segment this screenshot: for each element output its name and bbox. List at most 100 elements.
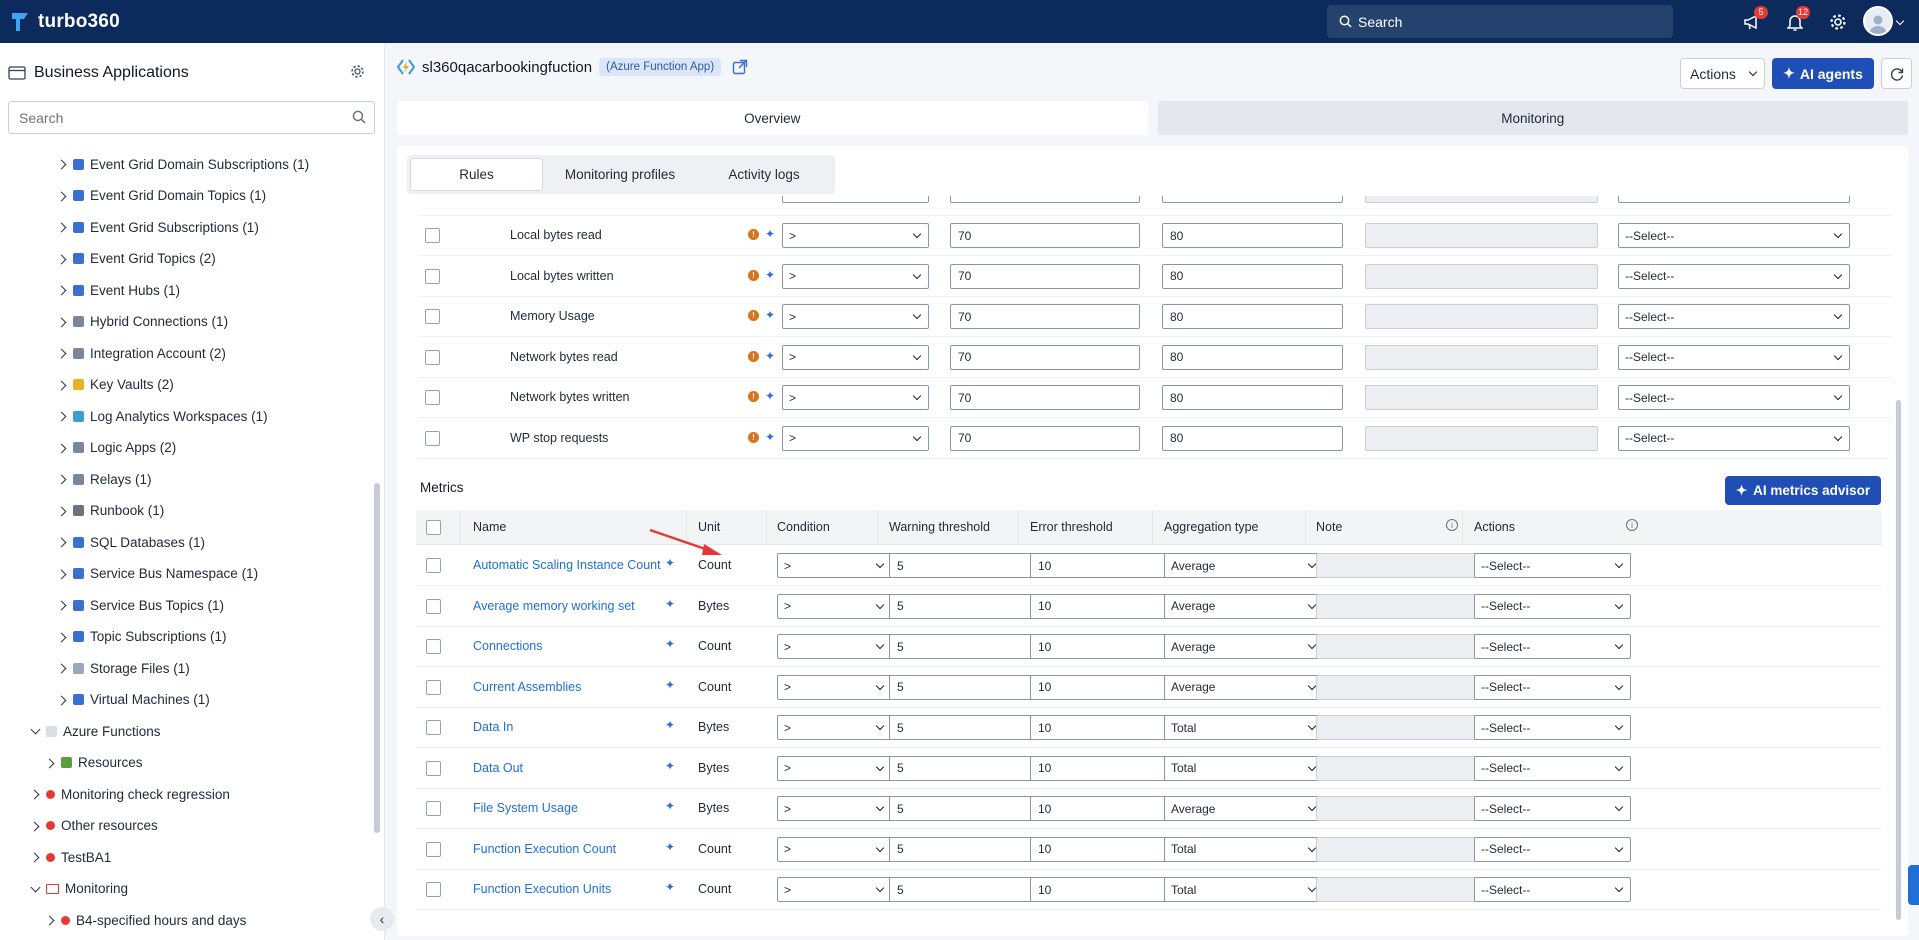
- warning-icon[interactable]: !: [748, 229, 759, 240]
- error-threshold-input[interactable]: 10: [1030, 836, 1172, 862]
- actions-select[interactable]: --Select--: [1474, 674, 1631, 700]
- condition-select[interactable]: >: [777, 836, 892, 862]
- error-threshold-input[interactable]: 80: [1162, 223, 1343, 248]
- chevron-right-icon[interactable]: [45, 758, 55, 768]
- chevron-right-icon[interactable]: [57, 569, 67, 579]
- aggregation-type-select[interactable]: Average: [1164, 634, 1324, 659]
- chevron-down-icon[interactable]: [30, 884, 40, 894]
- row-checkbox[interactable]: [426, 720, 441, 735]
- app-logo[interactable]: turbo360: [10, 11, 120, 33]
- row-checkbox[interactable]: [426, 679, 441, 695]
- error-threshold-input[interactable]: 80: [1162, 385, 1343, 410]
- chevron-right-icon[interactable]: [57, 222, 67, 232]
- col-name[interactable]: Name: [473, 520, 506, 534]
- warning-threshold-input[interactable]: 70: [950, 263, 1140, 289]
- condition-select[interactable]: >: [782, 263, 929, 289]
- sparkle-icon[interactable]: ✦: [765, 350, 775, 362]
- warning-icon[interactable]: !: [748, 391, 759, 402]
- actions-select[interactable]: --Select--: [1618, 263, 1850, 289]
- warning-threshold-input[interactable]: 70: [950, 425, 1140, 451]
- error-threshold-input[interactable]: 10: [1030, 674, 1172, 700]
- actions-select[interactable]: --Select--: [1474, 634, 1631, 659]
- warning-icon[interactable]: !: [748, 431, 759, 443]
- tree-item[interactable]: Event Hubs (1): [57, 278, 180, 302]
- sparkle-icon[interactable]: ✦: [665, 679, 675, 691]
- actions-select[interactable]: --Select--: [1618, 344, 1850, 370]
- actions-select[interactable]: --Select--: [1474, 836, 1631, 862]
- warning-threshold-input[interactable]: 5: [889, 755, 1039, 781]
- aggregation-type-select[interactable]: Total: [1164, 755, 1324, 781]
- collapse-sidebar-button[interactable]: ‹: [370, 907, 394, 931]
- tree-item[interactable]: Event Grid Subscriptions (1): [57, 215, 259, 239]
- error-threshold-input[interactable]: 10: [1030, 755, 1172, 781]
- chevron-right-icon[interactable]: [57, 191, 67, 201]
- condition-select[interactable]: >: [782, 425, 929, 451]
- sparkle-icon[interactable]: ✦: [765, 228, 775, 240]
- tree-item[interactable]: Topic Subscriptions (1): [57, 625, 227, 649]
- error-threshold-input[interactable]: 10: [1030, 553, 1172, 578]
- chevron-right-icon[interactable]: [30, 852, 40, 862]
- error-threshold-input[interactable]: 10: [1030, 877, 1172, 902]
- tree-item[interactable]: Azure Functions: [30, 719, 161, 743]
- warning-threshold-input[interactable]: 5: [889, 796, 1039, 821]
- tree-item[interactable]: Resources: [45, 751, 143, 775]
- warning-icon[interactable]: !: [748, 350, 759, 362]
- condition-select[interactable]: >: [782, 304, 929, 329]
- error-threshold-input[interactable]: 80: [1162, 425, 1343, 451]
- tree-item[interactable]: TestBA1: [30, 845, 111, 869]
- sparkle-icon[interactable]: ✦: [665, 881, 675, 893]
- row-checkbox[interactable]: [425, 430, 440, 446]
- error-threshold-input[interactable]: 10: [1030, 715, 1172, 740]
- condition-select[interactable]: >: [777, 634, 892, 659]
- tree-item[interactable]: Event Grid Domain Subscriptions (1): [57, 152, 309, 176]
- row-checkbox[interactable]: [426, 882, 441, 897]
- info-icon[interactable]: i: [1446, 519, 1458, 531]
- chevron-right-icon[interactable]: [57, 159, 67, 169]
- metric-name-link[interactable]: Average memory working set: [473, 599, 635, 613]
- row-checkbox[interactable]: [426, 841, 441, 857]
- condition-select[interactable]: >: [777, 715, 892, 740]
- floating-help-button[interactable]: [1908, 865, 1919, 905]
- condition-select[interactable]: >: [777, 755, 892, 781]
- aggregation-type-select[interactable]: Average: [1164, 553, 1324, 578]
- row-checkbox[interactable]: [426, 639, 441, 654]
- tree-item[interactable]: Hybrid Connections (1): [57, 310, 228, 334]
- error-threshold-input[interactable]: 10: [1030, 634, 1172, 659]
- sparkle-icon[interactable]: ✦: [665, 760, 675, 772]
- row-checkbox[interactable]: [425, 349, 440, 365]
- condition-select[interactable]: >: [777, 553, 892, 578]
- metric-name-link[interactable]: File System Usage: [473, 801, 578, 815]
- chevron-right-icon[interactable]: [57, 474, 67, 484]
- error-threshold-input[interactable]: 80: [1162, 263, 1343, 289]
- condition-select[interactable]: >: [777, 593, 892, 619]
- sparkle-icon[interactable]: ✦: [665, 841, 675, 853]
- subtab-monitoring-profiles[interactable]: Monitoring profiles: [543, 158, 697, 191]
- actions-select[interactable]: --Select--: [1474, 796, 1631, 821]
- chevron-right-icon[interactable]: [57, 695, 67, 705]
- sidebar-search-input[interactable]: Search: [8, 101, 375, 134]
- notifications-button[interactable]: 12: [1782, 6, 1810, 35]
- warning-threshold-input[interactable]: 70: [950, 223, 1140, 248]
- chevron-right-icon[interactable]: [57, 632, 67, 642]
- refresh-button[interactable]: [1881, 58, 1912, 89]
- warning-threshold-input[interactable]: 70: [950, 385, 1140, 410]
- global-search-input[interactable]: Search: [1327, 5, 1673, 38]
- warning-threshold-input[interactable]: 5: [889, 553, 1039, 578]
- warning-icon[interactable]: !: [748, 269, 759, 281]
- tab-monitoring[interactable]: Monitoring: [1157, 101, 1908, 135]
- actions-select[interactable]: --Select--: [1474, 553, 1631, 578]
- sparkle-icon[interactable]: ✦: [765, 431, 775, 443]
- tree-item[interactable]: Monitoring check regression: [30, 782, 230, 806]
- rules-scroll-area[interactable]: Local bytes read! ✦ >70 80 --Select-- Local b…: [410, 196, 1897, 924]
- chevron-right-icon[interactable]: [45, 915, 55, 925]
- col-actions[interactable]: Actions: [1474, 520, 1515, 534]
- tree-item[interactable]: SQL Databases (1): [57, 530, 205, 554]
- row-checkbox[interactable]: [425, 309, 440, 324]
- actions-select[interactable]: --Select--: [1618, 425, 1850, 451]
- announcements-button[interactable]: 5: [1740, 6, 1768, 35]
- sparkle-icon[interactable]: ✦: [765, 269, 775, 281]
- chevron-right-icon[interactable]: [57, 348, 67, 358]
- tree-item[interactable]: Other resources: [30, 814, 158, 838]
- chevron-right-icon[interactable]: [30, 789, 40, 799]
- row-checkbox[interactable]: [426, 558, 441, 573]
